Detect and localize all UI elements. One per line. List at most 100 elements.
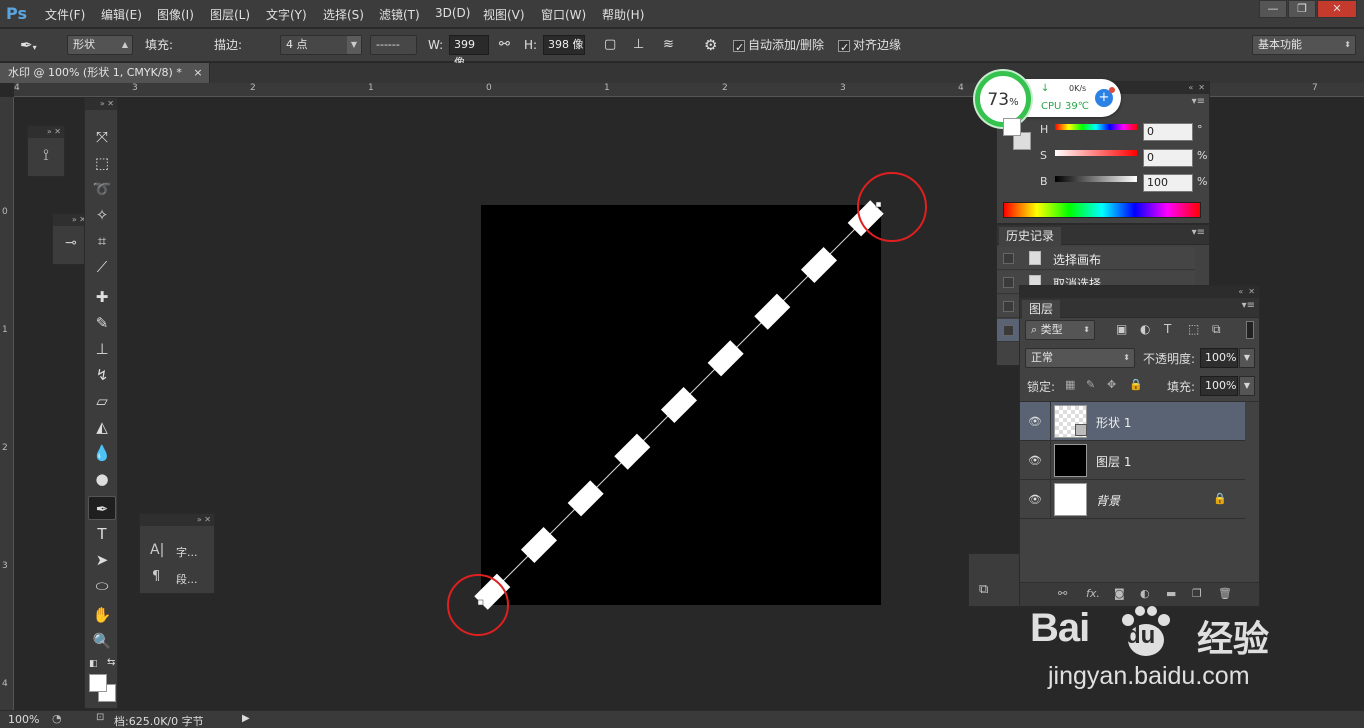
paragraph-icon[interactable]: ¶ xyxy=(152,569,160,584)
filter-smartobject-icon[interactable]: ⧉ xyxy=(1212,322,1221,337)
zoom-tool-icon[interactable]: 🔍 xyxy=(88,629,116,653)
history-snapshot-checkbox[interactable] xyxy=(1003,277,1014,288)
history-brush-icon[interactable]: ↯ xyxy=(88,363,116,387)
character-panel-label[interactable]: 字... xyxy=(176,544,198,560)
new-layer-icon[interactable]: ❐ xyxy=(1192,587,1202,600)
eyedropper-icon[interactable]: ⟋ xyxy=(88,255,116,279)
menu-help[interactable]: 帮助(H) xyxy=(602,6,644,23)
pen-tool-icon[interactable]: ✒ xyxy=(88,496,116,520)
filter-shape-icon[interactable]: ⬚ xyxy=(1188,322,1199,336)
eraser-icon[interactable]: ▱ xyxy=(88,389,116,413)
character-icon[interactable]: A| xyxy=(150,542,164,558)
share-icon[interactable]: ◔ xyxy=(52,712,62,725)
path-selection-icon[interactable]: ➤ xyxy=(88,548,116,572)
default-colors-icon[interactable]: ◧ xyxy=(89,659,98,669)
menu-view[interactable]: 视图(V) xyxy=(483,6,525,23)
document-info[interactable]: 档:625.0K/0 字节 xyxy=(114,713,204,728)
stroke-style-dropdown[interactable]: ------ xyxy=(370,35,417,55)
filter-pixel-icon[interactable]: ▣ xyxy=(1116,322,1127,336)
minimize-button[interactable]: — xyxy=(1259,0,1287,18)
menu-layer[interactable]: 图层(L) xyxy=(210,6,250,23)
group-icon[interactable]: ▬ xyxy=(1166,587,1176,600)
layer-name[interactable]: 图层 1 xyxy=(1096,453,1131,470)
filter-adjustment-icon[interactable]: ◐ xyxy=(1140,322,1150,336)
chevron-down-icon[interactable]: ▼ xyxy=(1239,376,1255,396)
crop-tool-icon[interactable]: ⌗ xyxy=(88,229,116,253)
type-tool-icon[interactable]: T xyxy=(88,522,116,546)
saturation-input[interactable]: 0 xyxy=(1143,149,1193,167)
ellipse-tool-icon[interactable]: ⬭ xyxy=(88,574,116,598)
history-snapshot-checkbox[interactable] xyxy=(1003,301,1014,312)
close-tab-icon[interactable]: × xyxy=(193,66,202,79)
gear-icon[interactable]: ⚙ xyxy=(704,35,717,55)
layer-filter-dropdown[interactable]: ⌕ 类型 ⬍ xyxy=(1025,320,1095,340)
menu-window[interactable]: 窗口(W) xyxy=(541,6,586,23)
eye-icon[interactable]: 👁 xyxy=(1028,415,1042,428)
eye-icon[interactable]: 👁 xyxy=(1028,493,1042,506)
document-tab[interactable]: 水印 @ 100% (形状 1, CMYK/8) * × xyxy=(0,63,210,83)
filter-type-icon[interactable]: T xyxy=(1164,322,1171,336)
history-item[interactable]: 选择画布 xyxy=(997,247,1195,270)
trash-icon[interactable]: 🗑 xyxy=(1218,587,1232,600)
align-edges-checkbox[interactable]: 对齐边缘 xyxy=(838,35,901,58)
menu-image[interactable]: 图像(I) xyxy=(157,6,194,23)
pen-tool-preset-icon[interactable]: ✒▾ xyxy=(20,35,37,55)
history-snapshot-checkbox[interactable] xyxy=(1003,325,1014,336)
adjustment-layer-icon[interactable]: ◐ xyxy=(1140,587,1150,600)
brightness-slider[interactable] xyxy=(1055,176,1137,182)
lock-transparency-icon[interactable]: ▦ xyxy=(1065,378,1075,391)
menu-edit[interactable]: 编辑(E) xyxy=(101,6,142,23)
swap-colors-icon[interactable]: ⇆ xyxy=(107,657,115,668)
color-spectrum-bar[interactable] xyxy=(1003,202,1201,218)
brush-tool-icon[interactable]: ✎ xyxy=(88,311,116,335)
hue-input[interactable]: 0 xyxy=(1143,123,1193,141)
workspace-dropdown[interactable]: 基本功能 ⬍ xyxy=(1252,35,1356,55)
fx-icon[interactable]: fx. xyxy=(1086,587,1100,600)
restore-button[interactable]: ❐ xyxy=(1288,0,1316,18)
history-snapshot-checkbox[interactable] xyxy=(1003,253,1014,264)
saturation-slider[interactable] xyxy=(1055,150,1137,156)
cpu-monitor-widget[interactable]: ↓ 0K/s CPU 39℃ + 73% xyxy=(975,71,1121,127)
tool-mode-dropdown[interactable]: 形状 ▲ xyxy=(67,35,133,55)
close-button[interactable]: ✕ xyxy=(1317,0,1357,18)
magic-wand-icon[interactable]: ✧ xyxy=(88,203,116,227)
height-input[interactable]: 398 像 xyxy=(543,35,585,55)
healing-brush-icon[interactable]: ✚ xyxy=(88,285,116,309)
panel-menu-icon[interactable]: ▾≡ xyxy=(1192,96,1205,107)
lock-position-icon[interactable]: ✥ xyxy=(1107,378,1116,391)
path-arrangement-icon[interactable]: ≋ xyxy=(663,35,674,55)
paint-bucket-icon[interactable]: ◭ xyxy=(88,415,116,439)
lock-pixels-icon[interactable]: ✎ xyxy=(1086,378,1095,391)
path-alignment-icon[interactable]: ⊥ xyxy=(633,35,644,55)
clone-stamp-icon[interactable]: ⊥ xyxy=(88,337,116,361)
filter-toggle-switch[interactable] xyxy=(1246,321,1254,339)
lasso-tool-icon[interactable]: ➰ xyxy=(88,177,116,201)
layer-name[interactable]: 背景 xyxy=(1096,492,1120,509)
brush-preset-icon[interactable]: ⟟ xyxy=(28,138,64,172)
panel-menu-icon[interactable]: ▾≡ xyxy=(1242,300,1255,311)
lock-all-icon[interactable]: 🔒 xyxy=(1129,378,1143,391)
fill-opacity-input[interactable]: 100% xyxy=(1200,376,1238,396)
blend-mode-dropdown[interactable]: 正常 ⬍ xyxy=(1025,348,1135,368)
panel-menu-icon[interactable]: ▾≡ xyxy=(1192,227,1205,238)
layer-row-layer1[interactable]: 👁 图层 1 xyxy=(1020,441,1245,480)
eye-icon[interactable]: 👁 xyxy=(1028,454,1042,467)
link-layers-icon[interactable]: ⚯ xyxy=(1058,587,1067,600)
timeline-icon[interactable]: ⊡ xyxy=(96,712,104,723)
menu-file[interactable]: 文件(F) xyxy=(45,6,85,23)
hand-tool-icon[interactable]: ✋ xyxy=(88,603,116,627)
tab-layers[interactable]: 图层 xyxy=(1022,300,1061,318)
marquee-tool-icon[interactable]: ⬚ xyxy=(88,151,116,175)
document-canvas[interactable] xyxy=(481,205,881,605)
width-input[interactable]: 399 像 xyxy=(449,35,489,69)
brightness-input[interactable]: 100 xyxy=(1143,174,1193,192)
chevron-down-icon[interactable]: ▼ xyxy=(1239,348,1255,368)
layer-name[interactable]: 形状 1 xyxy=(1096,414,1131,431)
layer-row-background[interactable]: 👁 背景 🔒 xyxy=(1020,480,1245,519)
color-fg-swatch[interactable] xyxy=(1003,118,1021,136)
foreground-color-swatch[interactable] xyxy=(89,674,107,692)
dodge-tool-icon[interactable]: ● xyxy=(88,467,116,491)
menu-select[interactable]: 选择(S) xyxy=(323,6,364,23)
chevron-right-icon[interactable]: ▶ xyxy=(242,713,250,724)
menu-type[interactable]: 文字(Y) xyxy=(266,6,307,23)
